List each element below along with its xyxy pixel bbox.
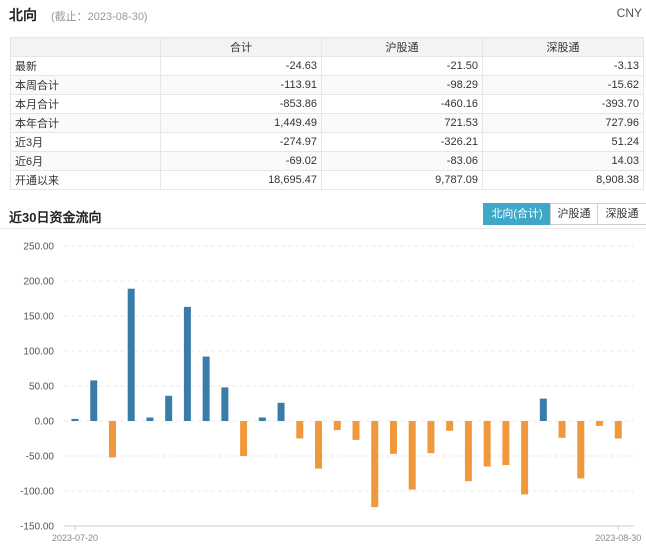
chart-bar[interactable] xyxy=(127,288,135,421)
flow-tabs: 北向(合计) 沪股通 深股通 xyxy=(483,203,646,225)
y-tick-label: 50.00 xyxy=(29,382,54,393)
chart-bar[interactable] xyxy=(183,306,191,421)
table-cell: 721.53 xyxy=(321,113,483,133)
x-date-label: 2023-08-30 xyxy=(595,533,641,543)
chart-bar[interactable] xyxy=(483,421,491,467)
tab-sh-connect[interactable]: 沪股通 xyxy=(550,203,598,225)
chart-bar[interactable] xyxy=(371,421,379,508)
tab-northbound-total[interactable]: 北向(合计) xyxy=(483,203,551,225)
column-header-sh: 沪股通 xyxy=(321,37,483,57)
chart-bar[interactable] xyxy=(277,402,285,421)
y-tick-label: 150.00 xyxy=(23,312,54,323)
table-cell: -24.63 xyxy=(160,56,322,76)
row-label: 开通以来 xyxy=(10,170,161,190)
chart-bar[interactable] xyxy=(408,421,416,490)
column-header-total: 合计 xyxy=(160,37,322,57)
table-cell: -113.91 xyxy=(160,75,322,95)
chart-bar[interactable] xyxy=(389,421,397,454)
table-cell: 14.03 xyxy=(482,151,644,171)
table-cell: -98.29 xyxy=(321,75,483,95)
as-of-date: (截止：2023-08-30) xyxy=(51,11,148,23)
chart-bar[interactable] xyxy=(221,387,229,421)
section-divider xyxy=(0,228,646,229)
y-tick-label: 250.00 xyxy=(23,242,54,253)
table-cell: 9,787.09 xyxy=(321,170,483,190)
row-label: 近3月 xyxy=(10,132,161,152)
table-cell: -326.21 xyxy=(321,132,483,152)
table-row: 近3月 -274.97 -326.21 51.24 xyxy=(10,132,644,152)
chart-bar[interactable] xyxy=(352,421,360,440)
chart-bar[interactable] xyxy=(577,421,585,479)
table-cell: -15.62 xyxy=(482,75,644,95)
chart-bar[interactable] xyxy=(296,421,304,439)
x-date-label: 2023-07-20 xyxy=(52,533,98,543)
page-title: 北向 xyxy=(9,7,37,23)
table-cell: -393.70 xyxy=(482,94,644,114)
chart-bar[interactable] xyxy=(71,418,79,421)
y-tick-label: -150.00 xyxy=(20,522,54,533)
table-cell: -83.06 xyxy=(321,151,483,171)
chart-bar[interactable] xyxy=(333,421,341,431)
table-row: 本周合计 -113.91 -98.29 -15.62 xyxy=(10,75,644,95)
chart-bar[interactable] xyxy=(521,421,529,495)
row-label: 近6月 xyxy=(10,151,161,171)
chart-bar[interactable] xyxy=(464,421,472,482)
chart-grid xyxy=(64,245,634,527)
table-cell: -69.02 xyxy=(160,151,322,171)
table-cell: -3.13 xyxy=(482,56,644,76)
table-cell: 51.24 xyxy=(482,132,644,152)
x-axis: 2023-07-20 2023-08-30 xyxy=(52,525,641,543)
row-label: 本年合计 xyxy=(10,113,161,133)
header: 北向 (截止：2023-08-30) CNY xyxy=(0,0,646,28)
chart-bar[interactable] xyxy=(502,421,510,466)
y-tick-label: -50.00 xyxy=(26,452,55,463)
chart-bar[interactable] xyxy=(596,421,604,426)
table-row: 最新 -24.63 -21.50 -3.13 xyxy=(10,56,644,76)
table-row: 本月合计 -853.86 -460.16 -393.70 xyxy=(10,94,644,114)
chart-bar[interactable] xyxy=(202,356,210,421)
table-cell: 8,908.38 xyxy=(482,170,644,190)
table-header-empty xyxy=(10,37,161,57)
table-cell: 18,695.47 xyxy=(160,170,322,190)
chart-bar[interactable] xyxy=(558,421,566,438)
table-cell: -460.16 xyxy=(321,94,483,114)
table-header-row: 合计 沪股通 深股通 xyxy=(10,37,644,57)
chart-bar[interactable] xyxy=(240,421,248,456)
chart-bar[interactable] xyxy=(427,421,435,454)
chart-bar[interactable] xyxy=(258,417,266,422)
chart-bar[interactable] xyxy=(146,417,154,422)
chart-bar[interactable] xyxy=(614,421,622,439)
row-label: 最新 xyxy=(10,56,161,76)
currency-label: CNY xyxy=(616,6,642,20)
table-row: 本年合计 1,449.49 721.53 727.96 xyxy=(10,113,644,133)
table-cell: -274.97 xyxy=(160,132,322,152)
summary-table: 合计 沪股通 深股通 最新 -24.63 -21.50 -3.13 本周合计 -… xyxy=(10,37,644,190)
chart-bar[interactable] xyxy=(108,421,116,458)
chart-bar[interactable] xyxy=(539,398,547,421)
y-tick-label: 200.00 xyxy=(23,277,54,288)
y-tick-label: -100.00 xyxy=(20,487,54,498)
table-cell: -853.86 xyxy=(160,94,322,114)
chart-bars xyxy=(71,288,622,508)
chart-bar[interactable] xyxy=(90,380,98,421)
chart-bar[interactable] xyxy=(315,421,323,469)
table-row: 开通以来 18,695.47 9,787.09 8,908.38 xyxy=(10,170,644,190)
fund-flow-chart: 250.00 200.00 150.00 100.00 50.00 0.00 -50.00 -… xyxy=(20,242,641,544)
table-row: 近6月 -69.02 -83.06 14.03 xyxy=(10,151,644,171)
table-cell: 727.96 xyxy=(482,113,644,133)
y-axis-ticks: 250.00 200.00 150.00 100.00 50.00 0.00 -50.00 -… xyxy=(20,242,54,533)
y-tick-label: 100.00 xyxy=(23,347,54,358)
chart-bar[interactable] xyxy=(165,395,173,421)
y-tick-label: 0.00 xyxy=(35,417,55,428)
chart-section-title: 近30日资金流向 xyxy=(9,210,102,225)
row-label: 本月合计 xyxy=(10,94,161,114)
column-header-sz: 深股通 xyxy=(482,37,644,57)
row-label: 本周合计 xyxy=(10,75,161,95)
table-cell: -21.50 xyxy=(321,56,483,76)
chart-bar[interactable] xyxy=(446,421,454,431)
tab-sz-connect[interactable]: 深股通 xyxy=(597,203,646,225)
table-cell: 1,449.49 xyxy=(160,113,322,133)
